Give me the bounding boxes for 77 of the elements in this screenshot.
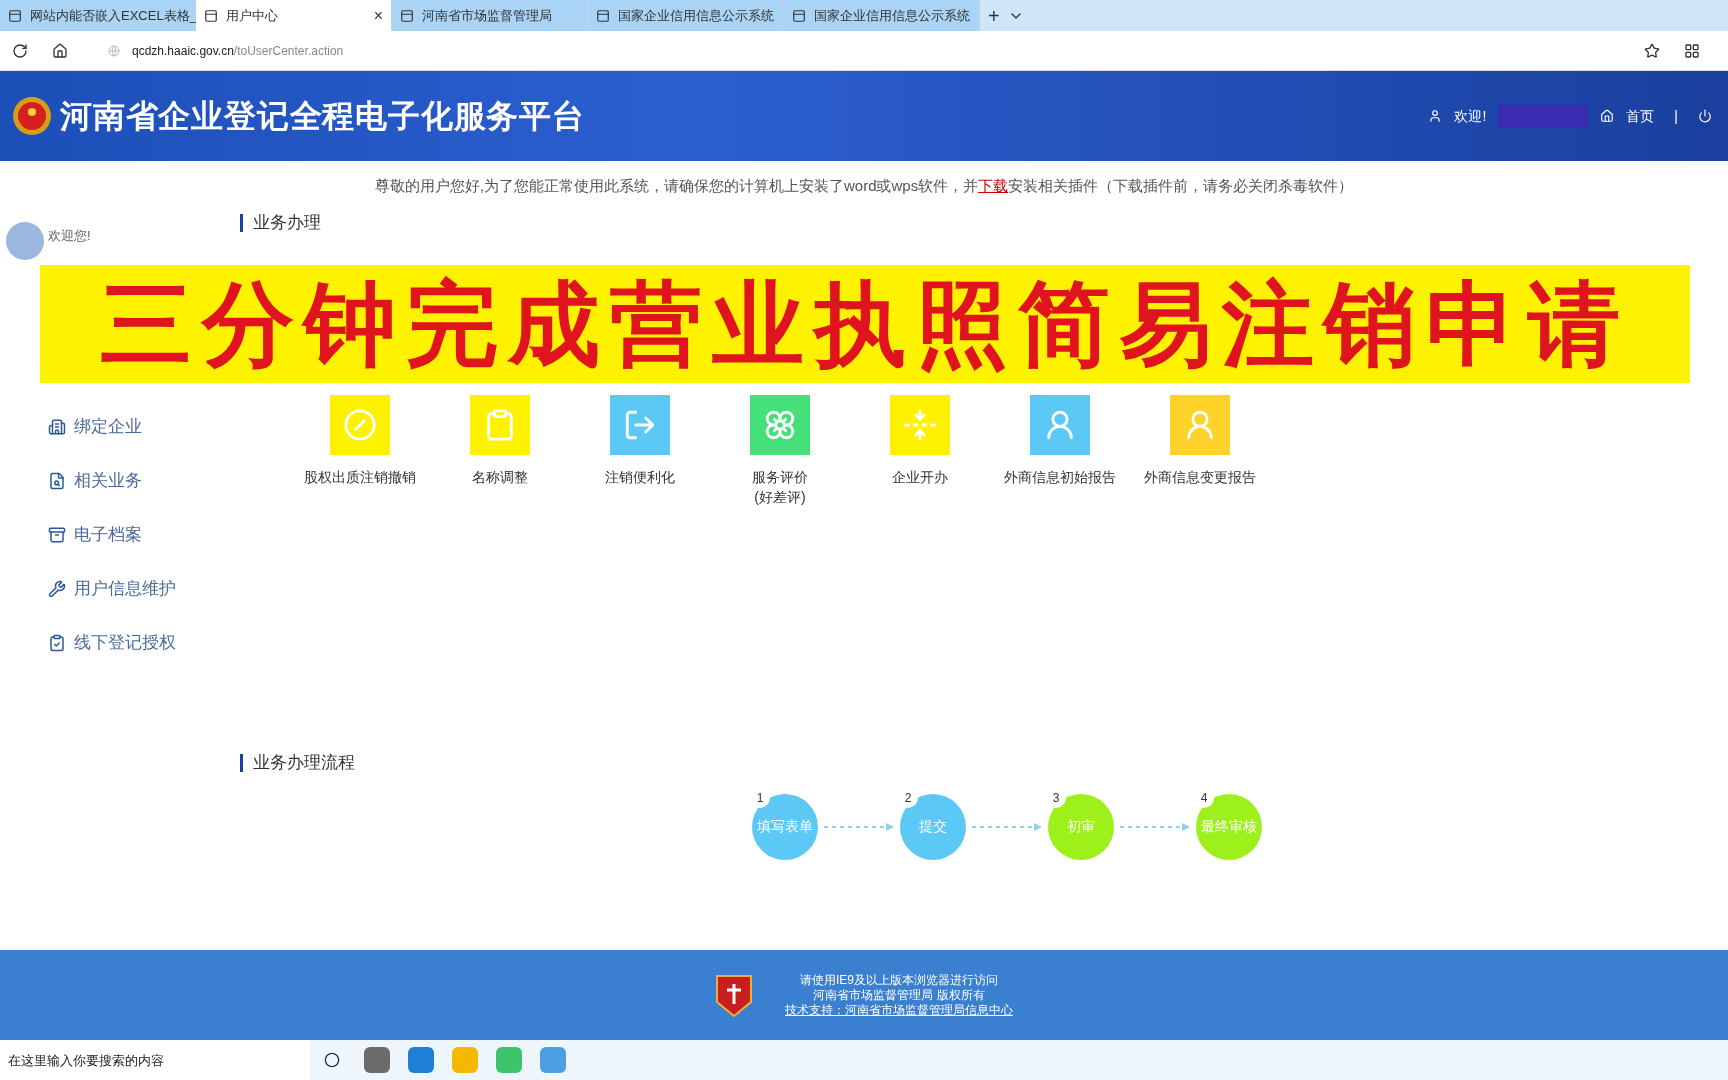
section-title: 业务办理流程 [240, 753, 1728, 772]
close-tab-button[interactable]: × [373, 3, 383, 28]
page-icon [8, 8, 22, 23]
browser-tab[interactable]: 国家企业信用信息公示系统 [784, 0, 980, 31]
avatar [6, 221, 44, 260]
shield-icon [715, 972, 753, 1018]
service-item[interactable]: 股权出质注销撤销 [290, 394, 430, 507]
service-label: 外商信息初始报告 [1004, 467, 1116, 487]
service-label: 外商信息变更报告 [1144, 467, 1256, 487]
cortana-icon[interactable] [324, 1052, 340, 1068]
taskbar-app-icon[interactable] [540, 1047, 566, 1073]
service-item[interactable]: 注销便利化 [570, 394, 710, 507]
sidebar-item[interactable]: 相关业务 [0, 453, 240, 508]
document-search-icon [48, 471, 66, 490]
caption-text: 三分钟完成营业执照简易注销申请 [100, 272, 1630, 377]
favorites-list-icon[interactable] [1684, 42, 1700, 59]
service-item[interactable]: 企业开办 [850, 394, 990, 507]
taskbar-app-icon[interactable] [364, 1047, 390, 1073]
service-item[interactable]: 外商信息初始报告 [990, 394, 1130, 507]
new-tab-button[interactable]: + [980, 0, 1008, 31]
support-link[interactable]: 技术支持：河南省市场监督管理局信息中心 [785, 1002, 1013, 1018]
service-label: 名称调整 [472, 467, 528, 487]
service-label: 企业开办 [892, 467, 948, 487]
power-icon[interactable] [1698, 109, 1712, 123]
page-icon [596, 8, 610, 23]
tab-title: 国家企业信用信息公示系统 [618, 6, 775, 25]
step-label: 填写表单 [757, 817, 813, 836]
archive-icon [48, 525, 66, 544]
step-label: 最终审核 [1201, 817, 1257, 836]
building-icon [48, 417, 66, 436]
dashed-arrow [972, 821, 1042, 832]
service-label: 服务评价 (好差评) [752, 467, 808, 507]
favorite-icon[interactable] [1644, 42, 1660, 59]
footer-text: 请使用IE9及以上版本浏览器进行访问 [800, 972, 998, 988]
service-item[interactable]: 服务评价 (好差评) [710, 394, 850, 507]
page-icon [792, 8, 806, 23]
tab-title: 国家企业信用信息公示系统 [814, 6, 971, 25]
taskbar-search-field[interactable]: 在这里输入你要搜索的内容 [0, 1040, 310, 1080]
wrench-icon [48, 579, 66, 598]
page-icon [400, 8, 414, 23]
tab-title: 河南省市场监督管理局 [422, 6, 553, 25]
sidebar-item[interactable]: 用户信息维护 [0, 561, 240, 616]
page-icon [204, 8, 218, 23]
welcome-text: 欢迎! [1454, 106, 1487, 126]
sidebar-item[interactable]: 电子档案 [0, 507, 240, 562]
download-link[interactable]: 下载 [978, 177, 1009, 194]
home-icon[interactable] [52, 42, 68, 59]
dashed-arrow [824, 821, 894, 832]
service-item[interactable]: 名称调整 [430, 394, 570, 507]
service-item[interactable]: 外商信息变更报告 [1130, 394, 1270, 507]
service-label: 注销便利化 [605, 467, 675, 487]
slashed-circle-icon [343, 407, 377, 442]
user-icon [1428, 109, 1443, 123]
clipboard-check-icon [48, 633, 66, 652]
browser-tab[interactable]: 国家企业信用信息公示系统 [588, 0, 784, 31]
browser-tab[interactable]: 用户中心 × [196, 0, 392, 31]
tab-title: 用户中心 [226, 6, 279, 25]
browser-tab[interactable]: 河南省市场监督管理局 [392, 0, 588, 31]
home-icon [1600, 109, 1615, 123]
emblem-icon [12, 96, 52, 136]
refresh-icon[interactable] [12, 42, 28, 59]
sidebar-item[interactable]: 线下登记授权 [0, 615, 240, 670]
taskbar-app-icon[interactable] [408, 1047, 434, 1073]
footer-text: 河南省市场监督管理局 版权所有 [813, 987, 985, 1003]
step-label: 提交 [919, 817, 947, 836]
site-title: 河南省企业登记全程电子化服务平台 [60, 97, 585, 136]
url-field[interactable]: qcdzh.haaic.gov.cn/toUserCenter.action [92, 41, 1620, 60]
separator: | [1674, 106, 1678, 126]
compress-icon [903, 407, 937, 442]
notice-text: 尊敬的用户您好,为了您能正常使用此系统，请确保您的计算机上安装了word或wps软件，并下载安装相关插件（下载插件前，请务必关闭杀毒软件） [373, 176, 1355, 196]
sidebar-item[interactable]: 绑定企业 [0, 399, 240, 454]
service-label: 股权出质注销撤销 [304, 467, 416, 487]
greeting-text: 欢迎您! [48, 226, 91, 245]
section-title: 业务办理 [240, 213, 1728, 232]
home-link[interactable]: 首页 [1626, 105, 1655, 127]
step-label: 初审 [1067, 817, 1095, 836]
dashed-arrow [1120, 821, 1190, 832]
